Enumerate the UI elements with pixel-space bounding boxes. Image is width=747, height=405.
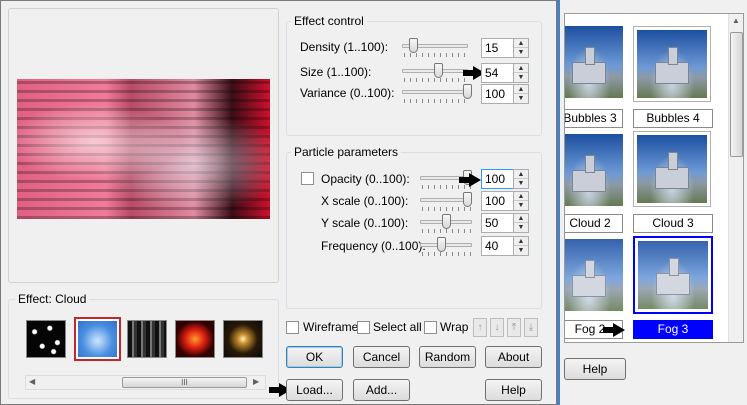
ok-button[interactable]: OK xyxy=(286,346,343,368)
size-label: Size (1..100): xyxy=(300,65,372,79)
density-thumb[interactable] xyxy=(409,38,418,53)
particle-parameters-group: Particle parameters Opacity (0..100): 10… xyxy=(286,145,542,309)
effect-thumb-star[interactable] xyxy=(223,320,263,358)
move-down-icon[interactable]: ↓ xyxy=(490,318,504,337)
effect-thumb-fire[interactable] xyxy=(175,320,215,358)
particle-parameters-title: Particle parameters xyxy=(291,145,402,159)
move-bottom-icon[interactable]: ⤓ xyxy=(524,318,538,337)
size-input[interactable]: 54 xyxy=(481,63,515,83)
y-scale-label: Y scale (0..100): xyxy=(321,216,409,230)
x-scale-thumb[interactable] xyxy=(463,192,472,207)
move-up-icon[interactable]: ↑ xyxy=(473,318,487,337)
effect-control-group: Effect control Density (1..100): 15 ▲ ▼ S… xyxy=(286,14,542,136)
wireframe-label: Wireframe xyxy=(303,320,359,334)
help-button[interactable]: Help xyxy=(485,379,542,401)
gallery-list: Bubbles 3 Bubbles 4 Cloud 2 Cloud 3 Fog … xyxy=(564,13,744,343)
load-button[interactable]: Load... xyxy=(286,379,343,401)
scroll-up-icon[interactable]: ▲ xyxy=(732,16,740,25)
church-icon xyxy=(655,47,689,84)
y-scale-input[interactable]: 50 xyxy=(481,213,515,233)
gallery-caption-cloud-2[interactable]: Cloud 2 xyxy=(565,214,623,233)
gallery-caption-cloud-3[interactable]: Cloud 3 xyxy=(633,214,713,233)
x-scale-ticks xyxy=(422,207,472,211)
gallery-caption-bubbles-4[interactable]: Bubbles 4 xyxy=(633,109,713,128)
move-top-icon[interactable]: ⤒ xyxy=(507,318,521,337)
gallery-help-button[interactable]: Help xyxy=(564,358,626,380)
scroll-grip: III xyxy=(181,378,188,387)
frequency-track[interactable] xyxy=(420,243,472,247)
y-scale-ticks xyxy=(422,229,472,233)
fog-arrow-icon xyxy=(603,323,625,337)
x-scale-input[interactable]: 100 xyxy=(481,191,515,211)
density-ticks xyxy=(404,53,468,57)
preview-panel xyxy=(8,8,279,283)
opacity-checkbox[interactable] xyxy=(301,172,314,185)
about-button[interactable]: About xyxy=(485,346,542,368)
effect-scrollbar[interactable]: ◀ III ▶ xyxy=(25,375,266,390)
density-label: Density (1..100): xyxy=(300,40,389,54)
church-icon xyxy=(656,258,690,295)
variance-label: Variance (0..100): xyxy=(300,86,395,100)
density-input[interactable]: 15 xyxy=(481,38,515,58)
effect-thumb-fog[interactable] xyxy=(127,320,167,358)
frequency-thumb[interactable] xyxy=(437,237,446,252)
church-icon xyxy=(655,152,689,189)
cancel-button[interactable]: Cancel xyxy=(353,346,410,368)
size-spinner[interactable]: ▲ ▼ xyxy=(513,63,529,83)
wrap-label: Wrap xyxy=(440,320,469,334)
frequency-spinner[interactable]: ▲ ▼ xyxy=(513,236,529,256)
scroll-left-icon[interactable]: ◀ xyxy=(29,377,35,386)
church-icon xyxy=(572,47,606,84)
gallery-thumb-fog-2[interactable] xyxy=(565,239,623,311)
scroll-thumb[interactable]: III xyxy=(122,377,247,388)
effect-cloud-group: Effect: Cloud ◀ III ▶ xyxy=(8,292,279,399)
variance-track[interactable] xyxy=(402,90,468,94)
gallery-scrollbar[interactable]: ▲ xyxy=(728,14,743,342)
size-ticks xyxy=(404,78,468,82)
gallery-thumb-cloud-2[interactable] xyxy=(565,134,623,206)
wrap-checkbox[interactable] xyxy=(424,321,437,334)
opacity-label: Opacity (0..100): xyxy=(321,172,410,186)
x-scale-spinner[interactable]: ▲ ▼ xyxy=(513,191,529,211)
frequency-label: Frequency (0..100): xyxy=(321,239,426,253)
wireframe-checkbox[interactable] xyxy=(286,321,299,334)
x-scale-label: X scale (0..100): xyxy=(321,194,409,208)
variance-input[interactable]: 100 xyxy=(481,84,515,104)
gallery-thumb-fog-3[interactable] xyxy=(633,236,713,314)
variance-spinner[interactable]: ▲ ▼ xyxy=(513,84,529,104)
opacity-spinner[interactable]: ▲ ▼ xyxy=(513,169,529,189)
effect-control-title: Effect control xyxy=(291,14,367,28)
gallery-thumb-cloud-3[interactable] xyxy=(633,131,711,207)
add-button[interactable]: Add... xyxy=(353,379,410,401)
opacity-arrow-icon xyxy=(459,173,481,187)
opacity-input[interactable]: 100 xyxy=(481,169,515,189)
variance-ticks xyxy=(404,99,468,103)
frequency-ticks xyxy=(422,252,472,256)
random-button[interactable]: Random xyxy=(419,346,476,368)
density-spinner[interactable]: ▲ ▼ xyxy=(513,38,529,58)
effect-thumb-cloud[interactable] xyxy=(74,317,121,361)
y-scale-thumb[interactable] xyxy=(442,214,451,229)
effect-cloud-title: Effect: Cloud xyxy=(15,292,90,306)
effect-thumb-bubbles[interactable] xyxy=(26,320,66,358)
church-icon xyxy=(572,155,606,192)
gallery-thumb-bubbles-3[interactable] xyxy=(565,26,623,98)
frequency-input[interactable]: 40 xyxy=(481,236,515,256)
gallery-scroll-thumb[interactable] xyxy=(730,32,743,157)
size-thumb[interactable] xyxy=(434,63,443,78)
church-icon xyxy=(572,260,606,297)
effect-dialog: Effect: Cloud ◀ III ▶ Effect control Den… xyxy=(0,0,557,405)
gallery-thumb-bubbles-4[interactable] xyxy=(633,26,711,102)
gallery-caption-bubbles-3[interactable]: Bubbles 3 xyxy=(565,109,623,128)
select-all-label: Select all xyxy=(373,320,422,334)
gallery-caption-fog-3[interactable]: Fog 3 xyxy=(633,320,713,339)
preview-image xyxy=(17,79,270,219)
variance-thumb[interactable] xyxy=(463,84,472,99)
select-all-checkbox[interactable] xyxy=(357,321,370,334)
scroll-right-icon[interactable]: ▶ xyxy=(253,377,259,386)
y-scale-spinner[interactable]: ▲ ▼ xyxy=(513,213,529,233)
gallery-window: Bubbles 3 Bubbles 4 Cloud 2 Cloud 3 Fog … xyxy=(557,0,747,405)
